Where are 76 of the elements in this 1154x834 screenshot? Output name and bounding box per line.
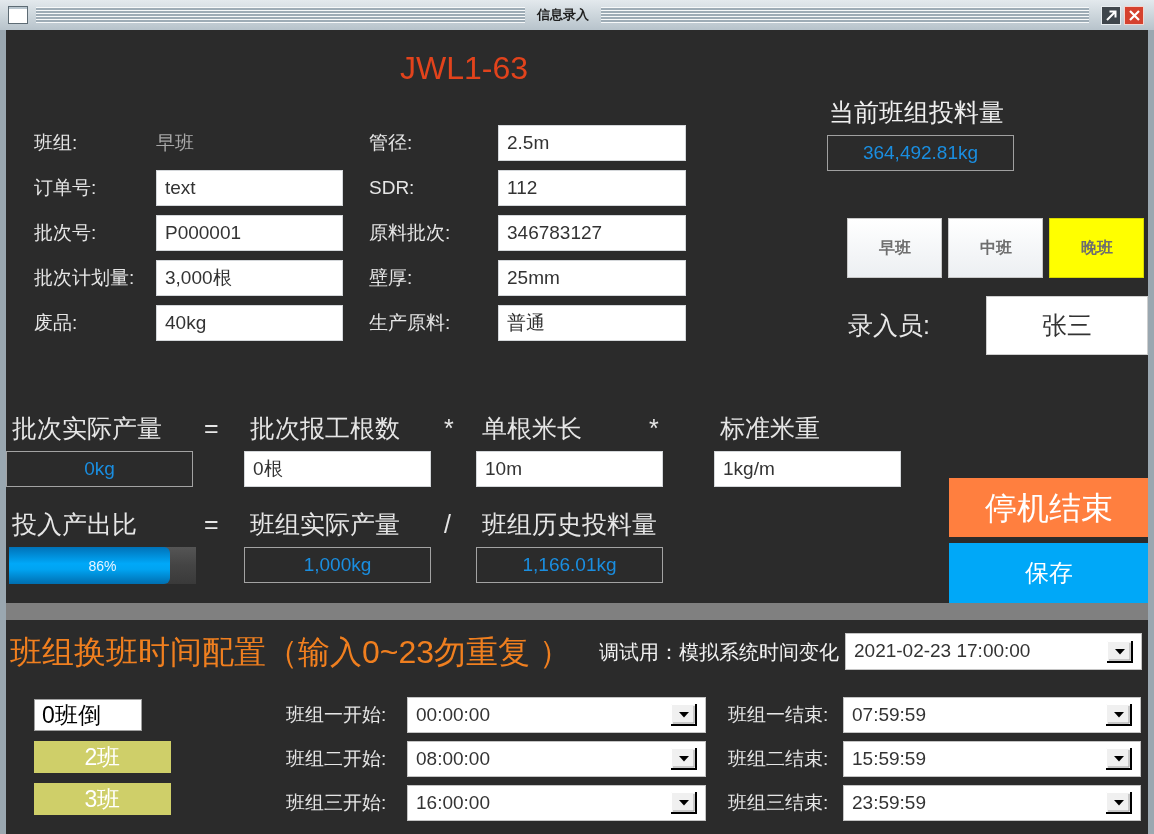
formula-label: 班组实际产量 xyxy=(250,509,400,540)
time-label: 班组二结束: xyxy=(728,746,829,771)
time-label: 班组一结束: xyxy=(728,702,829,727)
debug-time-label: 调试用：模拟系统时间变化 xyxy=(599,639,839,665)
time-dropdown[interactable]: 00:00:00 xyxy=(407,697,706,733)
progress-percent-text: 86% xyxy=(88,557,117,574)
text-field[interactable]: 112 xyxy=(498,170,686,206)
time-dropdown[interactable]: 07:59:59 xyxy=(843,697,1141,733)
formula-label: 班组历史投料量 xyxy=(482,509,657,540)
formula-label: 投入产出比 xyxy=(12,509,137,540)
dropdown-arrow-icon xyxy=(671,704,697,726)
field-label: 批次计划量: xyxy=(34,266,135,290)
time-dropdown[interactable]: 08:00:00 xyxy=(407,741,706,777)
text-field[interactable]: 0根 xyxy=(244,451,431,487)
math-operator: = xyxy=(204,413,219,444)
text-field[interactable]: 25mm xyxy=(498,260,686,296)
time-dropdown[interactable]: 2021-02-23 17:00:00 xyxy=(845,633,1142,670)
formula-label: 批次报工根数 xyxy=(250,413,400,444)
formula-label: 批次实际产量 xyxy=(12,413,162,444)
time-label: 班组三结束: xyxy=(728,790,829,815)
section-heading: 班组换班时间配置（输入0~23勿重复 ） xyxy=(10,632,571,672)
field-label: 生产原料: xyxy=(369,311,451,335)
time-label: 班组三开始: xyxy=(286,790,387,815)
value-readout: 364,492.81kg xyxy=(827,135,1014,171)
dropdown-arrow-icon xyxy=(1106,704,1132,726)
field-label: 废品: xyxy=(34,311,78,335)
text-field[interactable]: 3,000根 xyxy=(156,260,343,296)
text-field[interactable]: 1kg/m xyxy=(714,451,901,487)
dropdown-arrow-icon xyxy=(1106,792,1132,814)
field-label: 壁厚: xyxy=(369,266,413,290)
text-field[interactable]: 346783127 xyxy=(498,215,686,251)
field-value: 早班 xyxy=(156,130,194,155)
shift-button[interactable]: 晚班 xyxy=(1049,218,1144,278)
close-button[interactable] xyxy=(1124,5,1144,25)
text-field[interactable]: 普通 xyxy=(498,305,686,341)
text-field[interactable]: text xyxy=(156,170,343,206)
field-label: 订单号: xyxy=(34,176,97,200)
time-label: 班组一开始: xyxy=(286,702,387,727)
dropdown-arrow-icon xyxy=(671,792,697,814)
time-dropdown[interactable]: 15:59:59 xyxy=(843,741,1141,777)
shift-button[interactable]: 中班 xyxy=(948,218,1043,278)
maximize-button[interactable] xyxy=(1101,5,1121,25)
feed-label: 当前班组投料量 xyxy=(829,97,1004,127)
field-label: 原料批次: xyxy=(369,221,451,245)
math-operator: / xyxy=(444,509,451,540)
text-field[interactable]: P000001 xyxy=(156,215,343,251)
dropdown-arrow-icon xyxy=(1107,640,1133,663)
math-operator: * xyxy=(649,413,659,444)
close-icon xyxy=(1128,9,1140,21)
time-label: 班组二开始: xyxy=(286,746,387,771)
operator-name-field[interactable]: 张三 xyxy=(986,296,1148,355)
machine-code-title: JWL1-63 xyxy=(400,49,529,88)
value-readout: 0kg xyxy=(6,451,193,487)
formula-label: 标准米重 xyxy=(720,413,820,444)
shift-button[interactable]: 早班 xyxy=(847,218,942,278)
math-operator: = xyxy=(204,509,219,540)
field-label: 班组: xyxy=(34,131,78,155)
shift-mode-display: 0班倒 xyxy=(34,699,142,731)
field-label: 管径: xyxy=(369,131,413,155)
diagonal-arrow-icon xyxy=(1105,9,1117,21)
window-icon xyxy=(8,6,28,24)
value-readout: 1,166.01kg xyxy=(476,547,663,583)
value-readout: 1,000kg xyxy=(244,547,431,583)
dropdown-arrow-icon xyxy=(1106,748,1132,770)
operator-label: 录入员: xyxy=(848,309,930,341)
text-field[interactable]: 2.5m xyxy=(498,125,686,161)
time-dropdown[interactable]: 23:59:59 xyxy=(843,785,1141,821)
time-dropdown[interactable]: 16:00:00 xyxy=(407,785,706,821)
field-label: SDR: xyxy=(369,176,415,200)
formula-label: 单根米长 xyxy=(482,413,582,444)
window-title: 信息录入 xyxy=(535,6,590,25)
dropdown-arrow-icon xyxy=(671,748,697,770)
text-field[interactable]: 10m xyxy=(476,451,663,487)
field-label: 批次号: xyxy=(34,221,97,245)
text-field[interactable]: 40kg xyxy=(156,305,343,341)
math-operator: * xyxy=(444,413,454,444)
